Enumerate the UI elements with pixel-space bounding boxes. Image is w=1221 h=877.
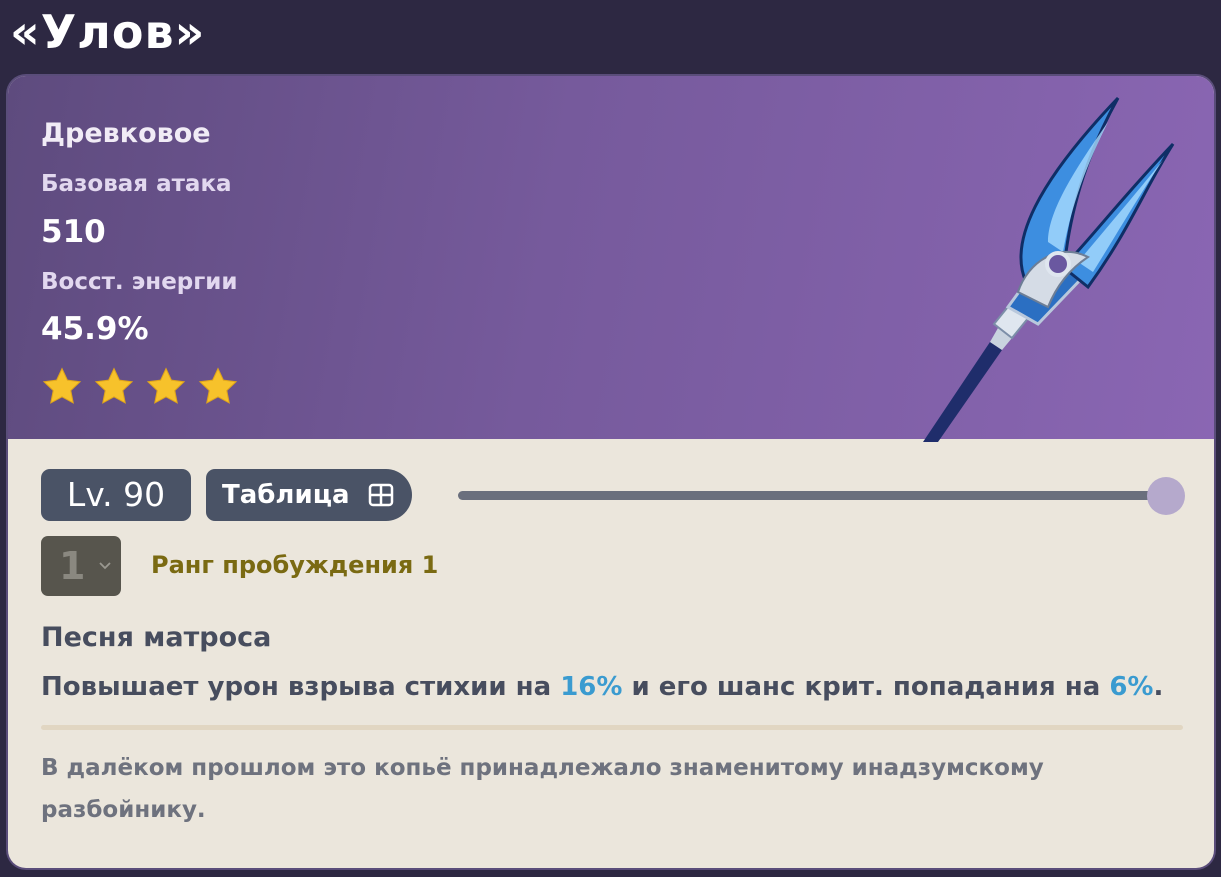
- polearm-weapon-icon: [923, 96, 1175, 442]
- passive-text-2: и его шанс крит. попадания на: [622, 672, 1110, 702]
- energy-recharge-value: 45.9%: [41, 311, 149, 347]
- refinement-value: 1: [59, 544, 86, 588]
- base-attack-label: Базовая атака: [41, 171, 232, 197]
- divider: [41, 725, 1183, 730]
- passive-name: Песня матроса: [41, 622, 272, 653]
- chevron-down-icon: [99, 562, 111, 570]
- level-badge[interactable]: Lv. 90: [41, 469, 191, 521]
- weapon-card: Древковое Базовая атака 510 Восст. энерг…: [8, 76, 1214, 868]
- weapon-details: Lv. 90 Таблица 1 Ранг пробуждения 1 Песн…: [8, 439, 1214, 868]
- refinement-select[interactable]: 1: [41, 536, 121, 596]
- star-icon: [198, 367, 238, 404]
- stats-table-button[interactable]: Таблица: [206, 469, 412, 521]
- energy-recharge-label: Восст. энергии: [41, 269, 238, 295]
- page-title: «Улов»: [10, 5, 206, 59]
- refinement-label: Ранг пробуждения 1: [151, 551, 439, 579]
- weapon-header: Древковое Базовая атака 510 Восст. энерг…: [8, 76, 1214, 442]
- lore-text: В далёком прошлом это копьё принадлежало…: [41, 755, 1044, 823]
- table-icon: [368, 483, 394, 507]
- passive-text-3: .: [1153, 672, 1164, 702]
- base-attack-value: 510: [41, 214, 106, 250]
- star-icon: [94, 367, 134, 404]
- weapon-type: Древковое: [41, 118, 211, 149]
- passive-value-1: 16%: [560, 672, 623, 702]
- passive-description: Повышает урон взрыва стихии на 16% и его…: [41, 672, 1163, 702]
- star-icon: [42, 367, 82, 404]
- level-slider-thumb[interactable]: [1147, 477, 1185, 515]
- passive-value-2: 6%: [1109, 672, 1154, 702]
- passive-text-1: Повышает урон взрыва стихии на: [41, 672, 561, 702]
- star-icon: [146, 367, 186, 404]
- stats-table-button-label: Таблица: [222, 480, 350, 510]
- rarity-stars: [41, 366, 239, 408]
- level-slider-track[interactable]: [458, 491, 1166, 500]
